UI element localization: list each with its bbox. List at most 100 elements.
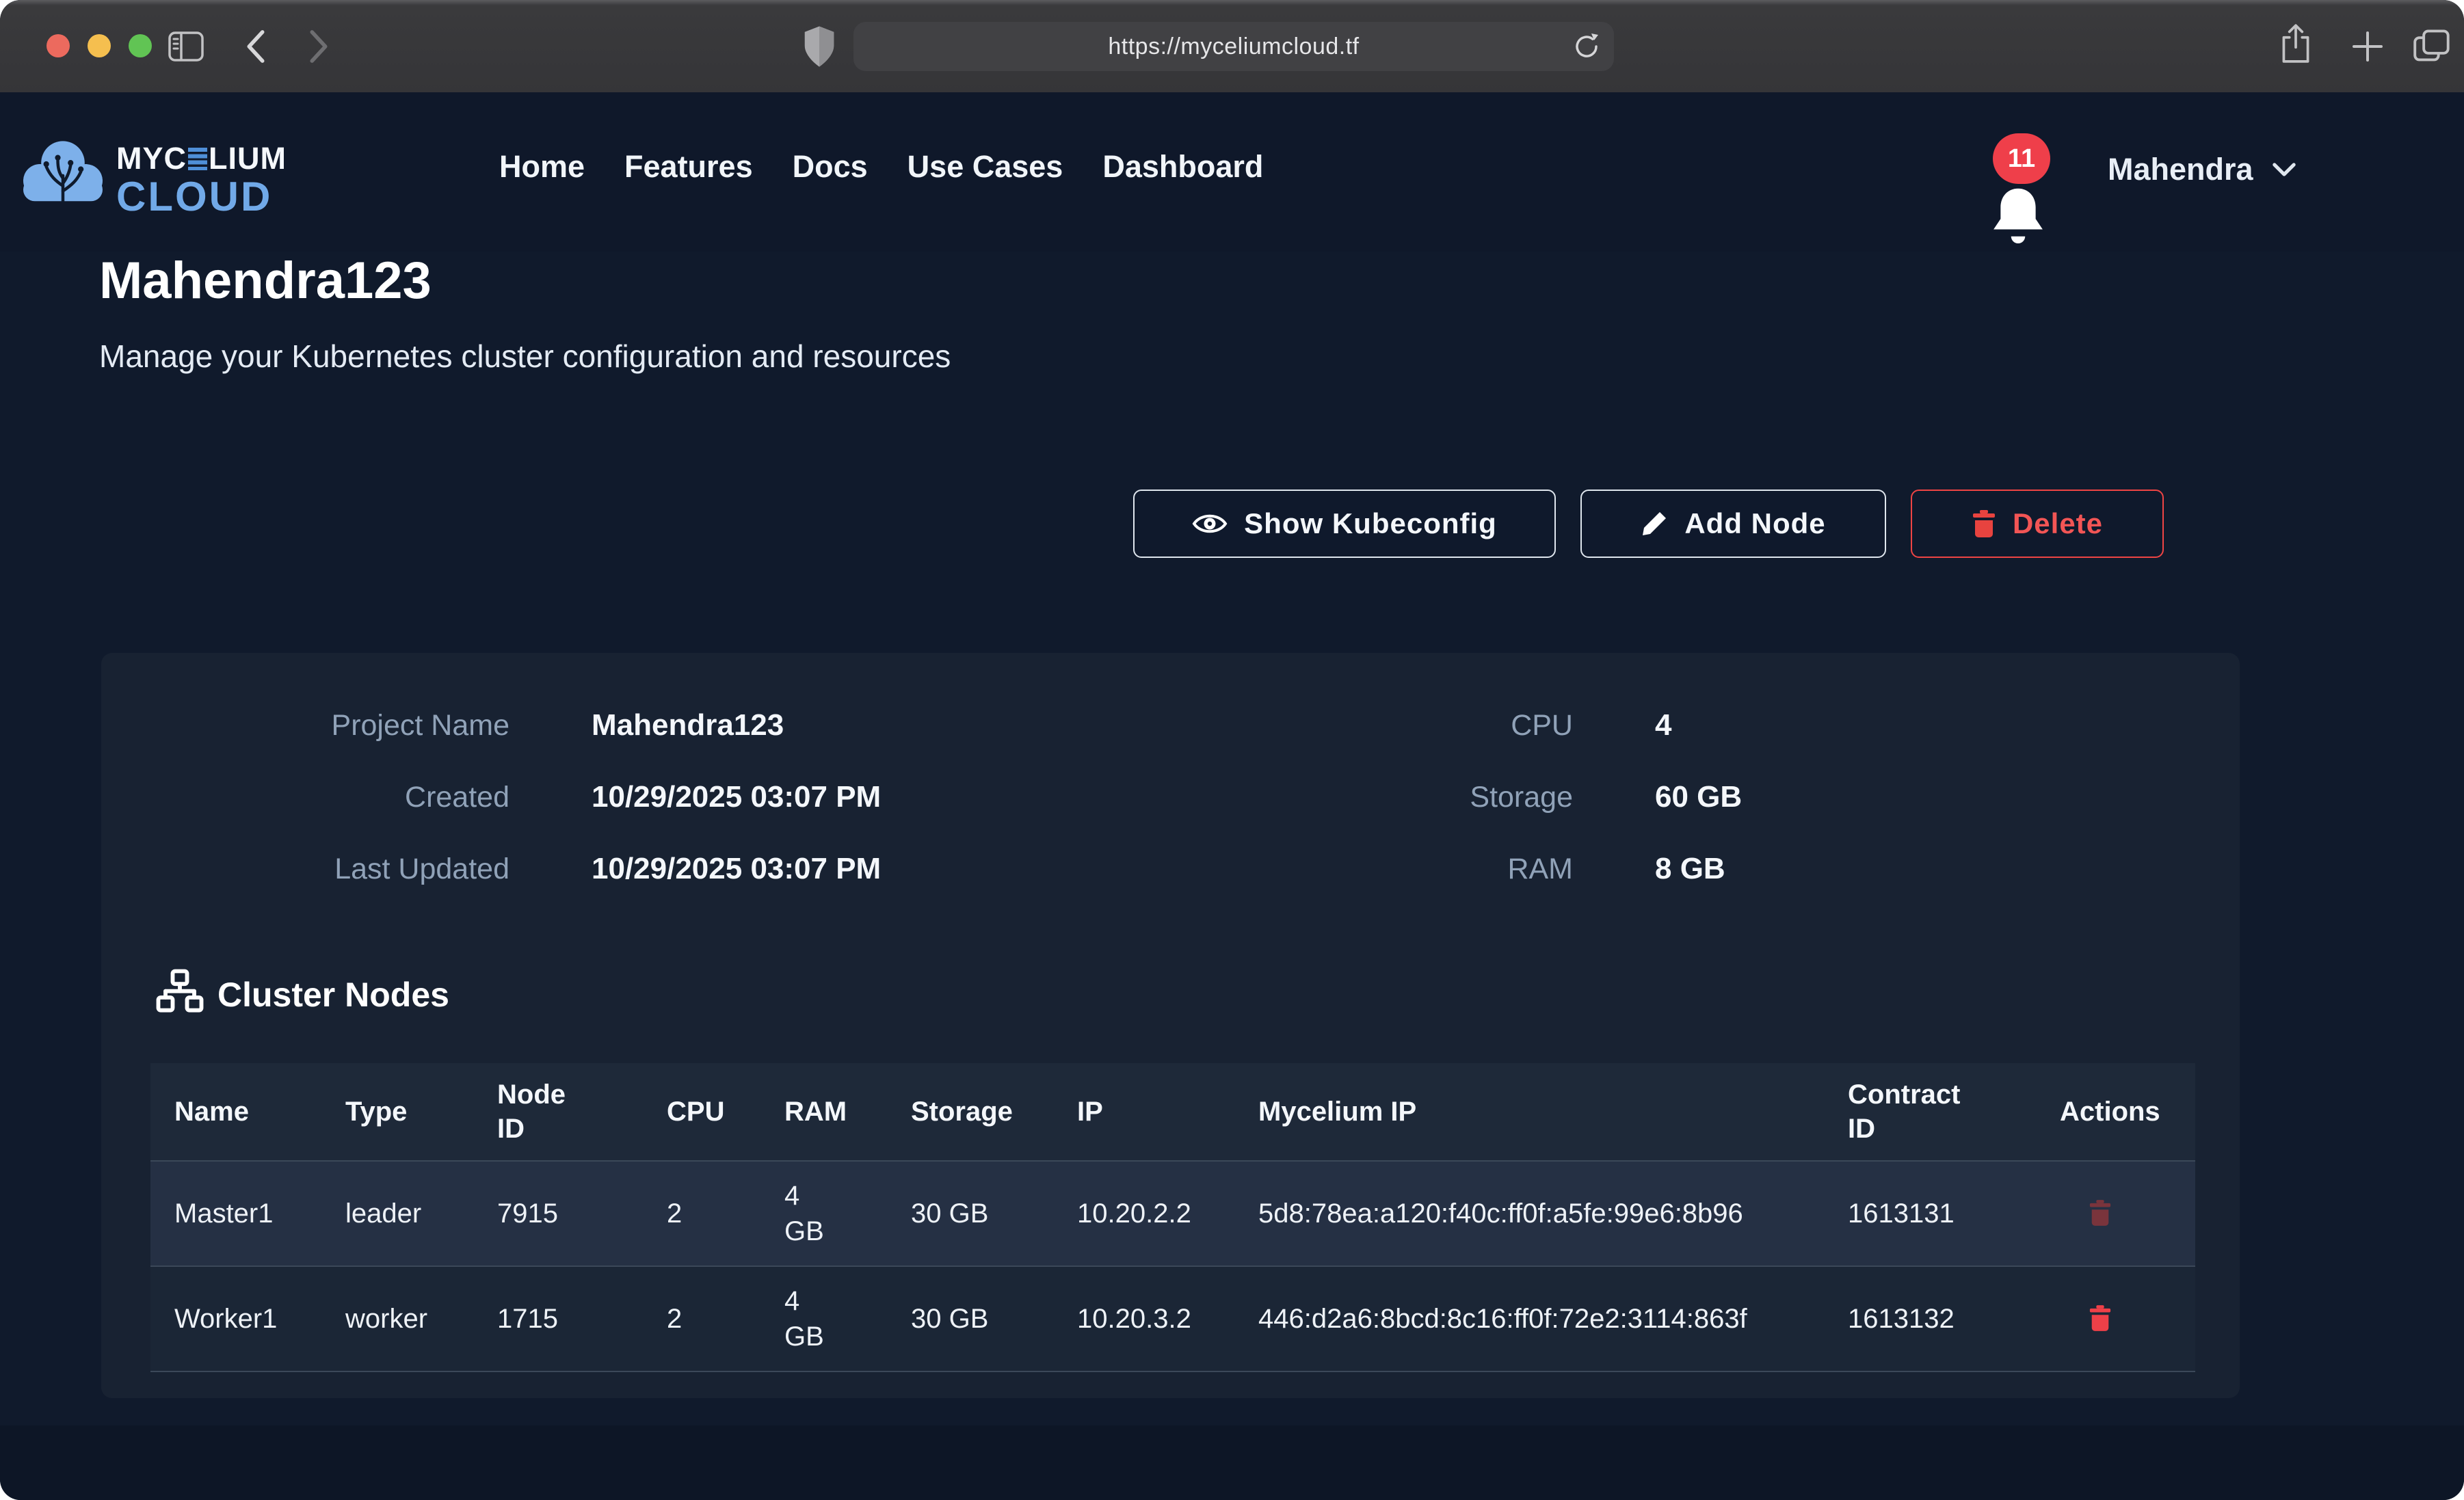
add-node-button[interactable]: Add Node	[1580, 490, 1886, 558]
sidebar-toggle-icon[interactable]	[168, 29, 204, 64]
show-kubeconfig-label: Show Kubeconfig	[1244, 507, 1497, 540]
brand-top-line: MYC LIUM	[116, 143, 287, 174]
site-navbar: MYC LIUM CLOUD Home Features Docs Use Cas…	[0, 92, 2464, 252]
show-kubeconfig-button[interactable]: Show Kubeconfig	[1133, 490, 1556, 558]
new-tab-icon[interactable]	[2350, 29, 2385, 64]
cell-mycelium-ip: 446:d2a6:8bcd:8c16:ff0f:72e2:3114:863f	[1234, 1266, 1824, 1371]
zoom-window-button[interactable]	[129, 34, 152, 57]
privacy-shield-icon[interactable]	[802, 25, 837, 68]
cell-contract-id: 1613131	[1824, 1161, 2036, 1266]
cell-contract-id: 1613132	[1824, 1266, 2036, 1371]
project-name-label: Project Name	[205, 706, 509, 745]
cell-ram: 4 GB	[760, 1161, 887, 1266]
cell-cpu: 2	[643, 1266, 760, 1371]
delete-node-button-disabled[interactable]	[2089, 1199, 2112, 1229]
bell-icon	[1990, 185, 2046, 246]
tab-overview-icon[interactable]	[2413, 27, 2451, 64]
notification-badge: 11	[1993, 133, 2050, 184]
nav-item-use-cases[interactable]: Use Cases	[908, 149, 1063, 185]
cell-name: Master1	[150, 1161, 321, 1266]
cell-actions	[2036, 1161, 2195, 1266]
delete-label: Delete	[2013, 507, 2103, 540]
nav-item-docs[interactable]: Docs	[793, 149, 868, 185]
brand-bottom-line: CLOUD	[116, 176, 287, 217]
trash-icon	[2089, 1304, 2112, 1332]
user-menu[interactable]: Mahendra	[2108, 152, 2296, 187]
cluster-nodes-icon	[156, 969, 204, 1017]
nav-links: Home Features Docs Use Cases Dashboard	[499, 149, 1263, 185]
cell-type: worker	[321, 1266, 473, 1371]
trash-icon	[1972, 509, 1996, 538]
url-text: https://myceliumcloud.tf	[1108, 34, 1359, 60]
cell-ip: 10.20.2.2	[1053, 1161, 1234, 1266]
notifications-button[interactable]: 11	[1985, 140, 2067, 236]
cluster-nodes-heading: Cluster Nodes	[217, 974, 449, 1015]
mycelium-cloud-logo-icon[interactable]	[19, 135, 107, 214]
col-ip: IP	[1053, 1063, 1234, 1161]
back-icon[interactable]	[243, 29, 268, 64]
table-header-row: Name Type Node ID CPU RAM Storage IP Myc…	[150, 1063, 2195, 1161]
cpu-label: CPU	[1368, 706, 1573, 745]
ram-label: RAM	[1368, 850, 1573, 888]
chevron-down-icon	[2273, 162, 2296, 177]
trash-icon	[2089, 1199, 2112, 1227]
ram-value: 8 GB	[1655, 850, 1725, 888]
eye-icon	[1192, 511, 1228, 537]
project-name-value: Mahendra123	[592, 706, 784, 745]
col-storage: Storage	[887, 1063, 1053, 1161]
address-bar[interactable]: https://myceliumcloud.tf	[853, 22, 1614, 71]
browser-window: https://myceliumcloud.tf Mahendra123	[0, 0, 2464, 1500]
created-label: Created	[205, 778, 509, 816]
col-node-id: Node ID	[473, 1063, 643, 1161]
col-name: Name	[150, 1063, 321, 1161]
storage-value: 60 GB	[1655, 778, 1742, 816]
ram-value-cell: 4 GB	[784, 1283, 830, 1354]
col-contract-id: Contract ID	[1824, 1063, 2036, 1161]
cluster-details-card: Project Name Mahendra123 Created 10/29/2…	[101, 653, 2240, 1398]
nav-item-dashboard[interactable]: Dashboard	[1102, 149, 1263, 185]
user-name: Mahendra	[2108, 152, 2253, 187]
cluster-actions: Show Kubeconfig Add Node Delete	[1133, 490, 2164, 558]
cell-name: Worker1	[150, 1266, 321, 1371]
nav-item-features[interactable]: Features	[624, 149, 753, 185]
share-icon[interactable]	[2279, 22, 2313, 64]
brand-myc: MYC	[116, 141, 187, 176]
brand-lium: LIUM	[209, 141, 287, 176]
delete-cluster-button[interactable]: Delete	[1911, 490, 2164, 558]
storage-label: Storage	[1368, 778, 1573, 816]
last-updated-label: Last Updated	[205, 850, 509, 888]
page-subtitle: Manage your Kubernetes cluster configura…	[99, 338, 951, 375]
cpu-value: 4	[1655, 706, 1671, 745]
add-node-label: Add Node	[1684, 507, 1825, 540]
cell-node-id: 1715	[473, 1266, 643, 1371]
browser-toolbar: https://myceliumcloud.tf	[0, 0, 2464, 92]
cell-ip: 10.20.3.2	[1053, 1266, 1234, 1371]
pencil-icon	[1641, 510, 1668, 537]
cell-node-id: 7915	[473, 1161, 643, 1266]
minimize-window-button[interactable]	[88, 34, 111, 57]
cluster-nodes-table: Name Type Node ID CPU RAM Storage IP Myc…	[150, 1063, 2195, 1372]
cell-storage: 30 GB	[887, 1266, 1053, 1371]
created-value: 10/29/2025 03:07 PM	[592, 778, 881, 816]
last-updated-value: 10/29/2025 03:07 PM	[592, 850, 881, 888]
reload-icon[interactable]	[1572, 31, 1602, 62]
brand-wordmark[interactable]: MYC LIUM CLOUD	[116, 143, 287, 217]
delete-node-button[interactable]	[2089, 1304, 2112, 1334]
col-mycelium-ip: Mycelium IP	[1234, 1063, 1824, 1161]
table-row: Master1 leader 7915 2 4 GB 30 GB 10.20.2…	[150, 1161, 2195, 1266]
cell-type: leader	[321, 1161, 473, 1266]
cell-actions	[2036, 1266, 2195, 1371]
close-window-button[interactable]	[47, 34, 70, 57]
brand-e-bars-icon	[188, 148, 207, 170]
page-footer	[0, 1425, 2464, 1500]
col-ram: RAM	[760, 1063, 887, 1161]
cell-ram: 4 GB	[760, 1266, 887, 1371]
col-cpu: CPU	[643, 1063, 760, 1161]
nav-item-home[interactable]: Home	[499, 149, 585, 185]
cell-cpu: 2	[643, 1161, 760, 1266]
forward-icon[interactable]	[306, 29, 331, 64]
cell-storage: 30 GB	[887, 1161, 1053, 1266]
col-type: Type	[321, 1063, 473, 1161]
col-actions: Actions	[2036, 1063, 2195, 1161]
table-row: Worker1 worker 1715 2 4 GB 30 GB 10.20.3…	[150, 1266, 2195, 1371]
